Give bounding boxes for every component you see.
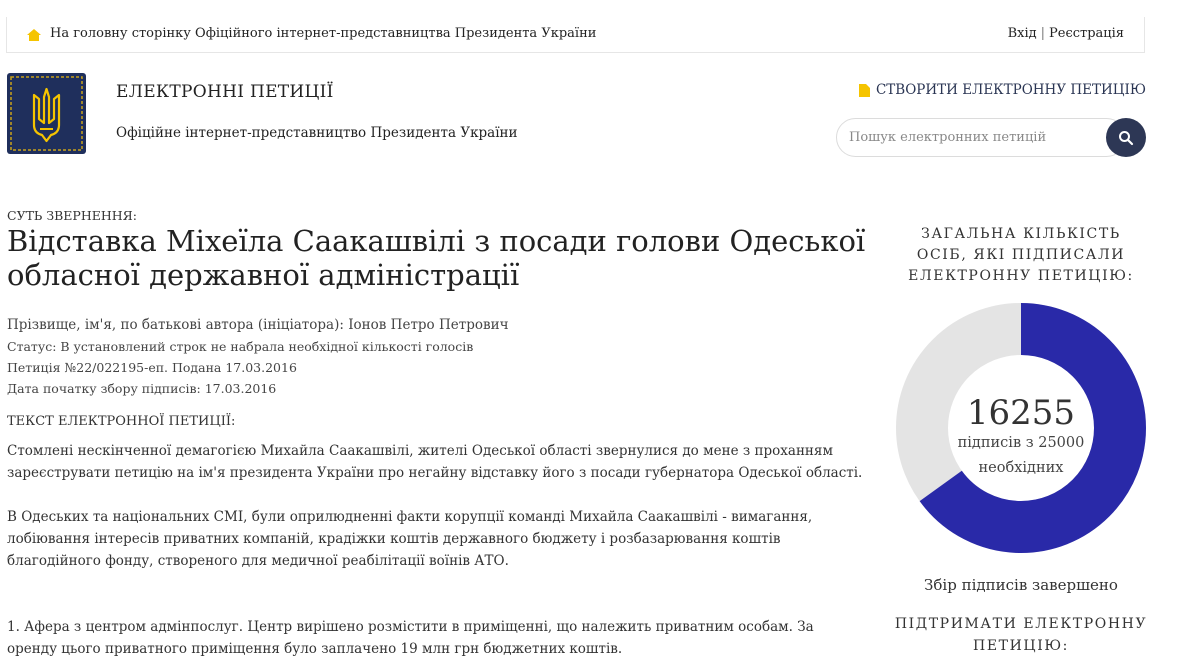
create-petition-label: СТВОРИТИ ЕЛЕКТРОННУ ПЕТИЦІЮ: [875, 82, 1146, 98]
site-logo[interactable]: [7, 73, 86, 154]
signatures-count: 16255: [966, 393, 1076, 433]
top-bar: На головну сторінку Офіційного інтернет-…: [6, 17, 1145, 53]
document-icon: [858, 83, 870, 97]
collection-status: Збір підписів завершено: [924, 576, 1118, 594]
trident-emblem-icon: [10, 76, 83, 151]
search-input[interactable]: [836, 118, 1126, 157]
register-link[interactable]: Реєстрація: [1049, 26, 1124, 41]
support-petition-title: ПІДТРИМАТИ ЕЛЕКТРОННУ ПЕТИЦІЮ:: [894, 616, 1148, 654]
home-link[interactable]: На головну сторінку Офіційного інтернет-…: [50, 26, 596, 41]
essence-label: СУТЬ ЗВЕРНЕННЯ:: [7, 208, 137, 223]
petition-start-date: Дата початку збору підписів: 17.03.2016: [7, 381, 277, 396]
create-petition-link[interactable]: СТВОРИТИ ЕЛЕКТРОННУ ПЕТИЦІЮ: [858, 82, 1146, 98]
brand-subtitle: Офіційне інтернет-представництво Президе…: [116, 125, 518, 141]
petition-title: Відставка Міхеїла Саакашвілі з посади го…: [7, 224, 866, 292]
petition-number: Петиція №22/022195-еп. Подана 17.03.2016: [7, 360, 297, 375]
petition-status: Статус: В установлений строк не набрала …: [7, 339, 474, 354]
petition-paragraph: В Одеських та національних СМІ, були опр…: [7, 509, 813, 569]
login-link[interactable]: Вхід: [1008, 26, 1037, 41]
petition-author: Прізвище, ім'я, по батькові автора (ініц…: [7, 317, 509, 333]
petition-paragraph: Стомлені нескінченної демагогією Михайла…: [7, 443, 863, 481]
signatures-required: підписів з 25000 необхідних: [957, 435, 1085, 476]
auth-links: Вхід | Реєстрація: [1008, 26, 1124, 41]
brand-title: ЕЛЕКТРОННІ ПЕТИЦІЇ: [116, 82, 334, 102]
petition-paragraph: 1. Афера з центром адмінпослуг. Центр ви…: [7, 619, 814, 657]
auth-separator: |: [1040, 26, 1045, 41]
search-button[interactable]: [1106, 118, 1146, 157]
home-icon: [27, 29, 41, 41]
search-form: [836, 118, 1146, 157]
petition-text-label: ТЕКСТ ЕЛЕКТРОННОЇ ПЕТИЦІЇ:: [7, 414, 236, 429]
search-icon: [1119, 131, 1134, 146]
signatures-title: ЗАГАЛЬНА КІЛЬКІСТЬ ОСІБ, ЯКІ ПІДПИСАЛИ Е…: [908, 226, 1134, 284]
